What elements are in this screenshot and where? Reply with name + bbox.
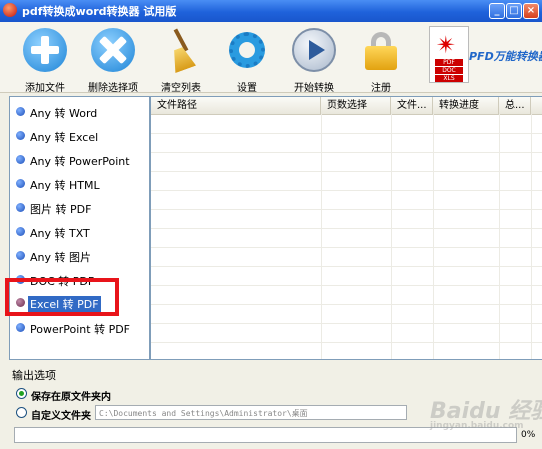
add-file-label: 添加文件 [25,83,65,94]
pdf-tag: PDF [435,59,463,66]
grid-line [151,133,542,134]
product-logo: ✴ PDF DOC XLS PFD万能转换器 [425,26,542,88]
bullet-icon [16,251,25,260]
lock-icon [359,28,403,72]
column-file[interactable]: 文件... [391,97,433,114]
highlight-box [5,278,119,316]
custom-folder-label[interactable]: 自定义文件夹 [31,407,91,422]
conversion-mode-list: Any 转 Word Any 转 Excel Any 转 PowerPoint … [9,96,150,360]
grid-line [151,285,542,286]
broom-icon [159,28,203,72]
grid-line [151,323,542,324]
save-same-folder-label[interactable]: 保存在原文件夹内 [31,388,111,403]
clear-list-label: 清空列表 [161,83,201,94]
grid-line [151,190,542,191]
grid-line [151,304,542,305]
start-convert-label: 开始转换 [294,83,334,94]
window-title: pdf转换成word转换器 试用版 [22,5,177,18]
gear-icon [225,28,269,72]
bullet-icon [16,227,25,236]
settings-button[interactable]: 设置 [222,26,272,94]
pdf-document-icon: ✴ PDF DOC XLS [429,26,469,83]
table-header: 文件路径 页数选择 文件... 转换进度 总... [151,97,542,115]
settings-label: 设置 [237,83,257,94]
output-options-label: 输出选项 [12,369,56,382]
clear-list-button[interactable]: 清空列表 [156,26,206,94]
delete-selected-label: 删除选择项 [88,83,138,94]
bullet-icon [16,179,25,188]
bullet-icon [16,203,25,212]
add-icon [23,28,67,72]
grid-line [151,342,542,343]
close-button[interactable]: × [523,3,539,19]
bullet-icon [16,107,25,116]
radio-custom-folder[interactable] [16,407,27,418]
file-table[interactable]: 文件路径 页数选择 文件... 转换进度 总... [150,96,542,360]
xls-tag: XLS [435,75,463,82]
column-page-select[interactable]: 页数选择 [321,97,391,114]
radio-save-same-folder[interactable] [16,388,27,399]
maximize-button[interactable]: □ [506,3,522,19]
register-button[interactable]: 注册 [356,26,406,94]
title-bar[interactable]: pdf转换成word转换器 试用版 _ □ × [0,0,542,22]
doc-tag: DOC [435,67,463,74]
bullet-icon [16,323,25,332]
play-icon [292,28,336,72]
progress-percent: 0% [521,430,536,440]
grid-line [151,228,542,229]
custom-path-input[interactable]: C:\Documents and Settings\Administrator\… [95,405,407,420]
grid-line [151,247,542,248]
grid-line [151,152,542,153]
app-icon [3,3,17,17]
add-file-button[interactable]: 添加文件 [20,26,70,94]
column-file-path[interactable]: 文件路径 [151,97,321,114]
bullet-icon [16,131,25,140]
grid-line [151,209,542,210]
grid-line [151,171,542,172]
watermark: Baidu 经验 jingyan.baidu.com [430,393,542,431]
delete-icon [91,28,135,72]
column-total[interactable]: 总... [499,97,531,114]
bullet-icon [16,155,25,164]
minimize-button[interactable]: _ [489,3,505,19]
acrobat-icon: ✴ [436,31,457,59]
column-progress[interactable]: 转换进度 [433,97,499,114]
delete-selected-button[interactable]: 删除选择项 [84,26,142,94]
grid-line [151,266,542,267]
logo-text: PFD万能转换器 [469,50,542,63]
start-convert-button[interactable]: 开始转换 [289,26,339,94]
register-label: 注册 [371,83,391,94]
